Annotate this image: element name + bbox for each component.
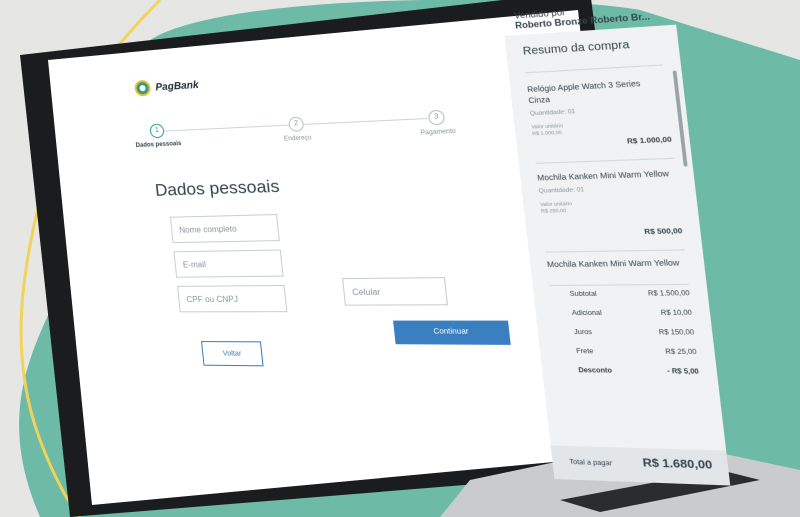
item-quantity: Quantidade: 01 bbox=[538, 186, 585, 195]
summary-title: Resumo da compra bbox=[522, 39, 631, 58]
cpf-cnpj-input[interactable]: CPF ou CNPJ bbox=[177, 284, 288, 313]
step-payment[interactable]: 3 Pagamento bbox=[402, 108, 473, 137]
total-value: R$ 150,00 bbox=[658, 329, 695, 337]
interest-row: Juros R$ 150,00 bbox=[574, 330, 696, 350]
divider bbox=[525, 64, 664, 74]
summary-item: Mochila Kanken Mini Warm Yellow bbox=[547, 259, 689, 288]
item-price: R$ 1.000,00 bbox=[626, 136, 673, 146]
step-address[interactable]: 2 Endereço bbox=[264, 115, 331, 143]
step-personal-data[interactable]: 1 Dados pessoais bbox=[127, 122, 189, 149]
phone-input[interactable]: Celular bbox=[341, 277, 449, 306]
total-label: Frete bbox=[575, 348, 594, 356]
summary-item: Mochila Kanken Mini Warm Yellow Quantida… bbox=[537, 169, 683, 240]
total-value: R$ 10,00 bbox=[660, 310, 693, 318]
total-label: Desconto bbox=[578, 367, 613, 375]
order-summary: Resumo da compra Relógio Apple Watch 3 S… bbox=[504, 24, 731, 486]
pagbank-logo-icon bbox=[133, 79, 152, 97]
totals-list: Subtotal R$ 1.500,00 Adicional R$ 10,00 Ju… bbox=[569, 291, 700, 389]
total-label: Subtotal bbox=[569, 291, 598, 299]
step-label: Dados pessoais bbox=[135, 140, 182, 150]
divider bbox=[535, 157, 674, 164]
email-input[interactable]: E-mail bbox=[173, 249, 284, 278]
checkout-page: PagBank 1 Dados pessoais 2 Endereço 3 Pa… bbox=[110, 0, 751, 507]
step-number: 2 bbox=[287, 116, 305, 132]
total-label: Juros bbox=[573, 329, 593, 337]
item-name: Mochila Kanken Mini Warm Yellow bbox=[546, 259, 680, 270]
step-number: 3 bbox=[427, 109, 446, 126]
summary-scrollbar[interactable] bbox=[672, 70, 688, 167]
divider bbox=[545, 249, 685, 253]
grand-total-bar: Total a pagar R$ 1.680,00 bbox=[550, 445, 731, 486]
summary-item: Relógio Apple Watch 3 Series Cinza Quant… bbox=[527, 78, 673, 152]
step-label: Endereço bbox=[283, 135, 312, 143]
step-label: Pagamento bbox=[420, 128, 457, 137]
pagbank-logo: PagBank bbox=[133, 77, 200, 97]
additional-row: Adicional R$ 10,00 bbox=[572, 310, 694, 330]
subtotal-row: Subtotal R$ 1.500,00 bbox=[569, 291, 691, 311]
item-name: Mochila Kanken Mini Warm Yellow bbox=[536, 170, 670, 183]
grand-total-label: Total a pagar bbox=[569, 459, 613, 468]
grand-total-value: R$ 1.680,00 bbox=[642, 457, 714, 473]
page-title: Dados pessoais bbox=[154, 176, 281, 200]
step-number: 1 bbox=[149, 123, 165, 139]
total-value: R$ 1.500,00 bbox=[647, 290, 691, 298]
logo-text: PagBank bbox=[154, 79, 200, 93]
checkout-stepper: 1 Dados pessoais 2 Endereço 3 Pagamento bbox=[135, 109, 456, 165]
total-value: - R$ 5,00 bbox=[666, 368, 700, 376]
shipping-row: Frete R$ 25,00 bbox=[576, 349, 699, 369]
total-label: Adicional bbox=[571, 310, 603, 318]
back-button[interactable]: Voltar bbox=[200, 341, 264, 367]
full-name-input[interactable]: Nome completo bbox=[169, 213, 280, 244]
item-price: R$ 500,00 bbox=[643, 227, 683, 237]
total-value: R$ 25,00 bbox=[665, 349, 698, 357]
discount-row: Desconto - R$ 5,00 bbox=[578, 368, 701, 389]
continue-button[interactable]: Continuar bbox=[393, 320, 511, 345]
item-name: Relógio Apple Watch 3 Series Cinza bbox=[526, 80, 641, 106]
